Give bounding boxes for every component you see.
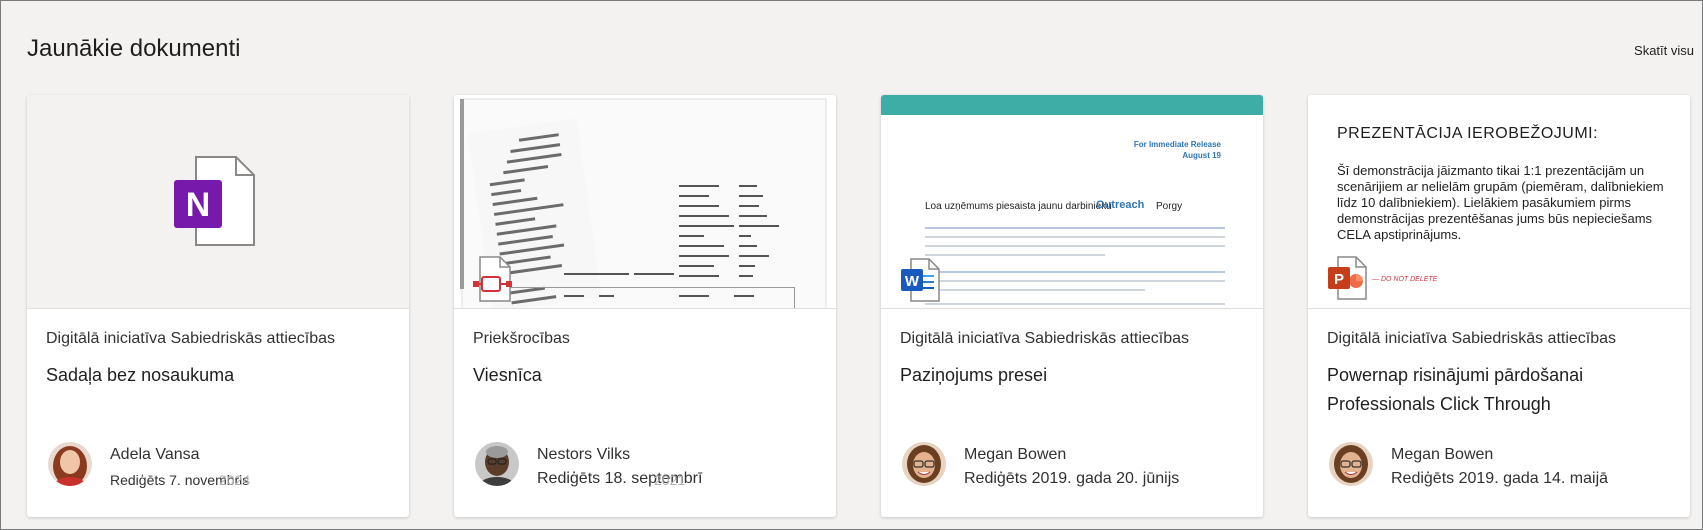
thumb-note: — DO NOT DELETE: [1372, 276, 1438, 283]
site-name: Digitālā iniciatīva Sabiedriskās attiecī…: [46, 330, 336, 347]
thumb-heading: PREZENTĀCIJA IEROBEŽOJUMI:: [1337, 125, 1599, 142]
site-name: Digitālā iniciatīva Sabiedriskās attiecī…: [900, 330, 1190, 347]
document-title[interactable]: Sadaļa bez nosaukuma: [46, 361, 396, 390]
section-title: Jaunākie dokumenti: [27, 35, 241, 62]
document-title[interactable]: Paziņojums presei: [900, 361, 1250, 390]
thumb-heading: Loa uzņēmums piesaista jaunu darbinieku: [925, 201, 1112, 212]
header-bar: [881, 95, 1263, 115]
svg-text:N: N: [186, 186, 211, 224]
pdf-icon: [473, 256, 512, 302]
document-thumbnail: [454, 95, 836, 309]
document-card-1[interactable]: N Digitālā iniciatīva Sabiedriskās attie…: [27, 95, 409, 517]
thumb-body: Šī demonstrācija jāizmanto tikai 1:1 pre…: [1337, 163, 1664, 242]
release-label: For Immediate Release: [1133, 140, 1221, 149]
recent-documents-panel: Jaunākie dokumenti Skatīt visu N Digitāl…: [0, 0, 1703, 530]
edited-year: 2024: [219, 472, 251, 488]
site-name: Digitālā iniciatīva Sabiedriskās attiecī…: [1327, 330, 1617, 347]
document-thumbnail: N: [27, 95, 409, 309]
svg-text:P: P: [1334, 271, 1344, 288]
edited-year: 2021: [654, 472, 686, 488]
document-thumbnail: For Immediate Release August 19 Loa uzņē…: [881, 95, 1263, 309]
author-name: Adela Vansa: [110, 446, 200, 463]
avatar: [475, 442, 519, 486]
see-all-link[interactable]: Skatīt visu: [1634, 43, 1694, 58]
release-date: August 19: [1182, 151, 1221, 160]
onenote-icon: N: [174, 156, 255, 246]
word-icon: W: [901, 258, 940, 302]
document-title[interactable]: Viesnīca: [473, 361, 823, 390]
thumb-heading-end: Porgy: [1156, 201, 1183, 212]
avatar: [1329, 442, 1373, 486]
edited-date: Rediģēts 2019. gada 20. jūnijs: [964, 470, 1180, 487]
thumb-heading-accent: Outreach: [1096, 199, 1145, 211]
svg-text:W: W: [905, 273, 920, 290]
document-card-2[interactable]: Priekšrocības Viesnīca Nestors Vilks Red…: [454, 95, 836, 517]
author-name: Megan Bowen: [964, 446, 1067, 463]
author-name: Nestors Vilks: [537, 446, 631, 463]
avatar: [48, 442, 92, 486]
powerpoint-icon: P: [1328, 256, 1367, 300]
edited-date: Rediģēts 2019. gada 14. maijā: [1391, 470, 1609, 487]
avatar: [902, 442, 946, 486]
site-name: Priekšrocības: [473, 330, 570, 347]
document-card-3[interactable]: For Immediate Release August 19 Loa uzņē…: [881, 95, 1263, 517]
document-thumbnail: PREZENTĀCIJA IEROBEŽOJUMI: Šī demonstrāc…: [1308, 95, 1690, 309]
document-card-4[interactable]: PREZENTĀCIJA IEROBEŽOJUMI: Šī demonstrāc…: [1308, 95, 1690, 517]
document-title[interactable]: Powernap risinājumi pārdošanai Professio…: [1327, 361, 1677, 419]
author-name: Megan Bowen: [1391, 446, 1494, 463]
